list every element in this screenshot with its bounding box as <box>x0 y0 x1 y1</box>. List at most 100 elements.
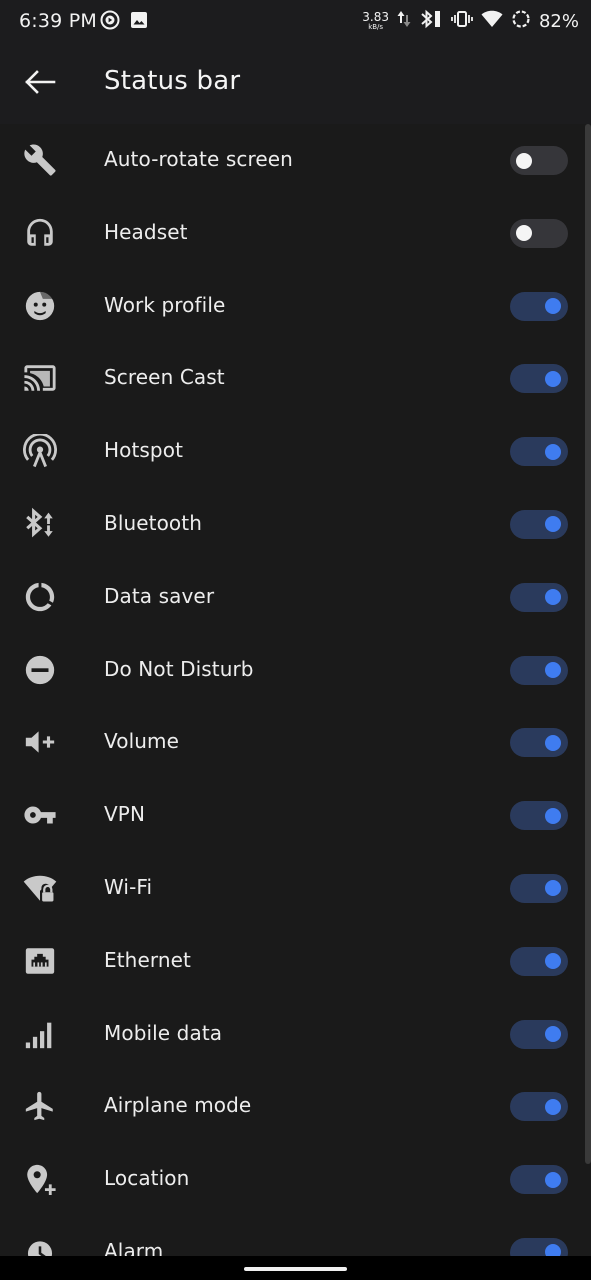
work-profile-icon <box>22 288 58 324</box>
setting-label: Hotspot <box>104 438 184 463</box>
toggle-knob <box>545 880 561 897</box>
hotspot-icon <box>22 433 58 469</box>
wifi-status-icon <box>481 10 503 32</box>
setting-label: Airplane mode <box>104 1093 252 1118</box>
setting-toggle[interactable] <box>510 946 568 976</box>
setting-label: Location <box>104 1166 190 1191</box>
vpn-key-icon <box>22 797 58 833</box>
toggle-knob <box>545 1026 561 1043</box>
settings-list[interactable]: Auto-rotate screen Headset Work profile Scr… <box>0 124 591 1256</box>
setting-row[interactable]: Mobile data <box>0 998 591 1071</box>
settings-screen: 6:39 PM 3.83 kB/s 82% Status bar Auto-ro… <box>0 0 591 1280</box>
setting-row[interactable]: Screen Cast <box>0 342 591 415</box>
setting-toggle[interactable] <box>510 873 568 903</box>
setting-toggle[interactable] <box>510 728 568 758</box>
battery-percentage: 82% <box>538 10 579 32</box>
wrench-icon <box>22 142 58 178</box>
setting-toggle[interactable] <box>510 1019 568 1049</box>
bluetooth-status-icon <box>419 8 443 34</box>
gesture-navigation-bar <box>0 1256 591 1280</box>
setting-row[interactable]: Data saver <box>0 561 591 634</box>
toggle-knob <box>545 953 561 970</box>
toggle-knob <box>545 298 561 315</box>
setting-row[interactable]: Hotspot <box>0 415 591 488</box>
home-gesture-handle[interactable] <box>244 1267 347 1271</box>
setting-label: Wi-Fi <box>104 874 153 899</box>
setting-toggle[interactable] <box>510 146 568 175</box>
settings-list-inner: Auto-rotate screen Headset Work profile Scr… <box>0 124 591 1256</box>
network-speed-value: 3.83 <box>362 10 389 24</box>
setting-toggle[interactable] <box>510 364 568 394</box>
setting-toggle[interactable] <box>510 1092 568 1122</box>
setting-row[interactable]: Auto-rotate screen <box>0 124 591 197</box>
toggle-knob <box>545 662 561 679</box>
data-activity-icon <box>397 9 411 33</box>
status-time: 6:39 PM <box>19 10 97 32</box>
wifi-lock-icon <box>22 870 58 906</box>
setting-label: Mobile data <box>104 1020 223 1045</box>
setting-toggle[interactable] <box>510 582 568 612</box>
setting-label: Headset <box>104 219 188 244</box>
arrow-back-icon <box>24 70 56 98</box>
setting-label: Screen Cast <box>104 365 225 390</box>
setting-row[interactable]: Do Not Disturb <box>0 634 591 707</box>
setting-label: Volume <box>104 729 179 754</box>
ethernet-icon <box>22 943 58 979</box>
location-add-icon <box>22 1161 58 1197</box>
scrollbar[interactable] <box>585 124 591 1164</box>
vibrate-icon <box>451 9 473 33</box>
setting-toggle[interactable] <box>510 1165 568 1195</box>
media-play-icon <box>100 10 120 34</box>
do-not-disturb-icon <box>22 652 58 688</box>
system-status-bar: 6:39 PM 3.83 kB/s 82% <box>0 0 591 44</box>
data-saver-icon <box>22 579 58 615</box>
airplane-icon <box>22 1088 58 1124</box>
network-speed-unit: kB/s <box>368 23 384 31</box>
setting-label: Work profile <box>104 292 226 317</box>
setting-row[interactable]: Volume <box>0 706 591 779</box>
toggle-knob <box>545 370 561 387</box>
setting-toggle[interactable] <box>510 509 568 539</box>
setting-row[interactable]: Ethernet <box>0 925 591 998</box>
battery-saver-icon <box>511 9 531 33</box>
setting-row[interactable]: Headset <box>0 197 591 270</box>
setting-row[interactable]: Alarm <box>0 1216 591 1256</box>
status-left-icons <box>100 10 148 34</box>
headset-icon <box>22 215 58 251</box>
setting-toggle[interactable] <box>510 655 568 685</box>
app-bar: Status bar <box>0 44 591 124</box>
page-title: Status bar <box>104 66 241 96</box>
status-right-icons: 3.83 kB/s 82% <box>362 8 579 34</box>
toggle-knob <box>545 589 561 606</box>
setting-label: Alarm <box>104 1238 164 1256</box>
setting-row[interactable]: VPN <box>0 779 591 852</box>
toggle-knob <box>545 807 561 824</box>
toggle-knob <box>545 1171 561 1188</box>
back-button[interactable] <box>16 60 64 108</box>
setting-row[interactable]: Bluetooth <box>0 488 591 561</box>
toggle-knob <box>545 516 561 533</box>
bluetooth-icon <box>22 506 58 542</box>
network-speed: 3.83 kB/s <box>362 11 389 31</box>
toggle-knob <box>545 734 561 751</box>
setting-label: Bluetooth <box>104 510 202 535</box>
toggle-knob <box>545 1244 561 1256</box>
signal-bars-icon <box>22 1016 58 1052</box>
setting-row[interactable]: Work profile <box>0 270 591 343</box>
screen-cast-icon <box>22 360 58 396</box>
setting-toggle[interactable] <box>510 1237 568 1256</box>
setting-toggle[interactable] <box>510 437 568 467</box>
image-notification-icon <box>130 11 148 33</box>
setting-label: Ethernet <box>104 947 191 972</box>
setting-toggle[interactable] <box>510 801 568 831</box>
setting-toggle[interactable] <box>510 218 568 248</box>
setting-row[interactable]: Airplane mode <box>0 1070 591 1143</box>
volume-icon <box>22 724 58 760</box>
setting-row[interactable]: Wi-Fi <box>0 852 591 925</box>
toggle-knob <box>516 225 532 242</box>
toggle-knob <box>545 443 561 460</box>
setting-label: VPN <box>104 802 146 827</box>
toggle-knob <box>545 1098 561 1115</box>
setting-toggle[interactable] <box>510 291 568 321</box>
setting-row[interactable]: Location <box>0 1143 591 1216</box>
